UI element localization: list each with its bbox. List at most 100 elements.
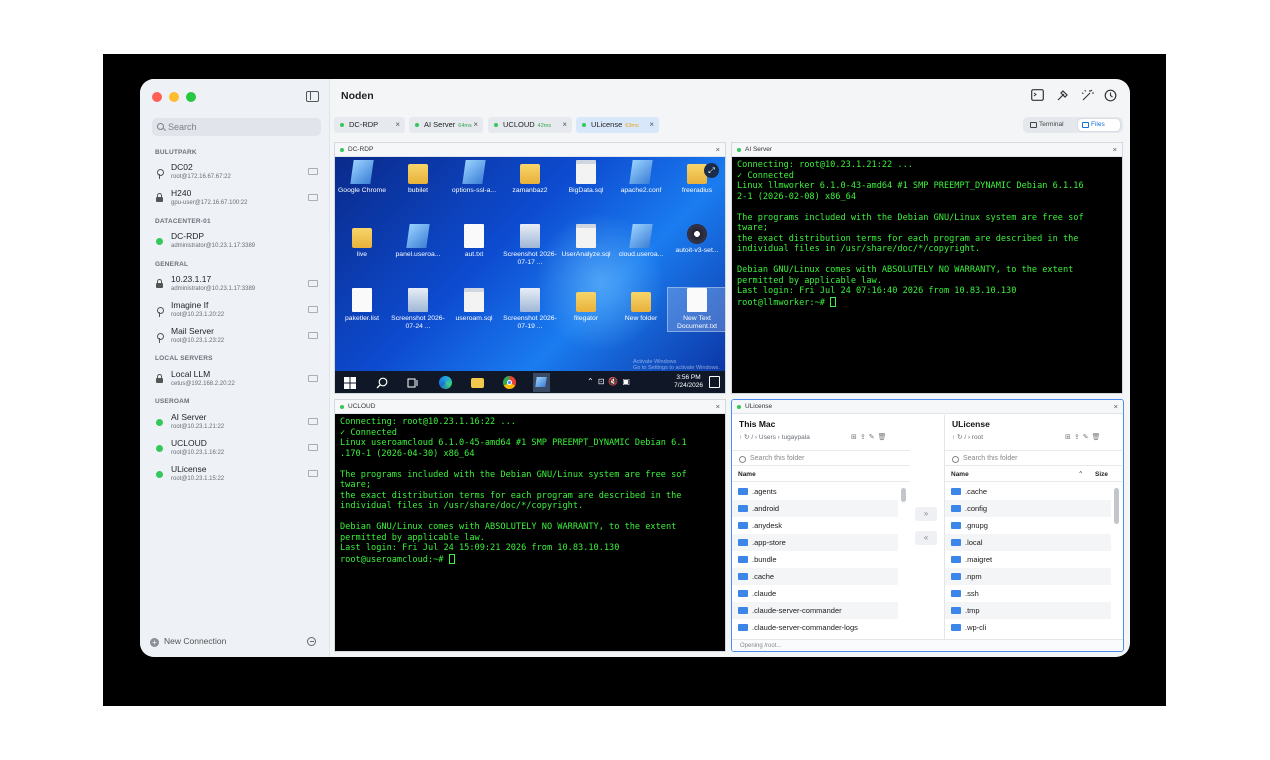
folder-icon[interactable] <box>308 375 318 382</box>
edge-browser-icon[interactable] <box>439 376 452 389</box>
folder-row[interactable]: .claude-server-commander <box>732 602 898 619</box>
close-tab-icon[interactable]: × <box>473 117 478 133</box>
desktop-icon[interactable]: aut.txt <box>445 224 503 259</box>
tab-dc-rdp[interactable]: DC-RDP × <box>334 117 405 133</box>
hammer-icon[interactable] <box>1056 89 1069 102</box>
folder-icon[interactable] <box>308 168 318 175</box>
desktop-icon[interactable]: Google Chrome <box>335 160 391 195</box>
close-pane-icon[interactable]: × <box>716 400 720 414</box>
folder-row[interactable]: .bundle <box>732 551 898 568</box>
desktop-icon[interactable]: BigData.sql <box>557 160 615 195</box>
terminal-output[interactable]: Connecting: root@10.23.1.21:22 ... ✓ Con… <box>732 157 1122 393</box>
windows-start-icon[interactable] <box>344 376 357 389</box>
folder-row[interactable]: .npm <box>945 568 1111 585</box>
sidebar-item-h240[interactable]: H240 gpu-user@172.16.67.100:22 <box>152 187 324 211</box>
folder-icon[interactable] <box>308 418 318 425</box>
sidebar-item-imagine-if[interactable]: Imagine If root@10.23.1.20:22 <box>152 299 324 323</box>
folder-icon[interactable] <box>308 470 318 477</box>
minimize-window-button[interactable] <box>169 92 179 102</box>
sidebar-item-dc02[interactable]: DC02 root@172.16.67.67:22 <box>152 161 324 185</box>
terminal-view-button[interactable]: Terminal <box>1026 119 1072 131</box>
rename-icon[interactable]: ✎ <box>1083 434 1092 441</box>
local-file-tools[interactable]: ⊞⇪✎🗑 <box>851 433 890 441</box>
folder-row[interactable]: .cache <box>732 568 898 585</box>
tab-ai-server[interactable]: AI Server 64ms × <box>409 117 483 133</box>
folder-row[interactable]: .local <box>945 534 1111 551</box>
local-path-breadcrumb[interactable]: ↑ ↻ / › Users › tugaypala <box>739 433 810 441</box>
chrome-browser-icon[interactable] <box>503 376 516 389</box>
tab-ucloud[interactable]: UCLOUD 42ms × <box>488 117 572 133</box>
sidebar-item-ucloud[interactable]: UCLOUD root@10.23.1.16:22 <box>152 437 324 461</box>
new-connection-button[interactable]: + New Connection <box>150 636 226 647</box>
desktop-icon[interactable]: cloud.useroa... <box>612 224 670 259</box>
desktop-icon[interactable]: Screenshot 2026-07-24 ... <box>389 288 447 331</box>
desktop-icon[interactable]: paketler.list <box>335 288 391 323</box>
remote-path-breadcrumb[interactable]: ↑ ↻ / › root <box>952 433 983 441</box>
sidebar-item-ai-server[interactable]: AI Server root@10.23.1.21:22 <box>152 411 324 435</box>
folder-row[interactable]: .cache <box>945 483 1111 500</box>
close-window-button[interactable] <box>152 92 162 102</box>
desktop-icon[interactable]: New Text Document.txt <box>667 287 725 332</box>
upload-icon[interactable]: ⇪ <box>1074 434 1083 441</box>
local-name-column-header[interactable]: Name <box>732 467 910 482</box>
close-pane-icon[interactable]: × <box>716 143 720 157</box>
folder-icon[interactable] <box>308 332 318 339</box>
close-tab-icon[interactable]: × <box>395 117 400 133</box>
remote-scrollbar[interactable] <box>1114 488 1119 524</box>
file-explorer-icon[interactable] <box>471 378 484 388</box>
desktop-icon[interactable]: apache2.conf <box>612 160 670 195</box>
files-view-button[interactable]: Files <box>1078 119 1120 131</box>
zoom-window-button[interactable] <box>186 92 196 102</box>
sidebar-item-10-23-1-17[interactable]: 10.23.1.17 administrator@10.23.1.17:3389 <box>152 273 324 297</box>
remote-search-input[interactable]: Search this folder <box>945 450 1122 466</box>
sidebar-search-input[interactable]: Search <box>152 118 321 136</box>
rename-icon[interactable]: ✎ <box>869 434 878 441</box>
sidebar-item-ulicense[interactable]: ULicense root@10.23.1.15:22 <box>152 463 324 487</box>
sidebar-item-mail-server[interactable]: Mail Server root@10.23.1.23:22 <box>152 325 324 349</box>
close-pane-icon[interactable]: × <box>1114 400 1118 414</box>
size-column-label[interactable]: Size <box>1095 467 1108 482</box>
fullscreen-icon[interactable]: ⤢ <box>704 163 719 178</box>
desktop-icon[interactable]: filegator <box>557 288 615 323</box>
magic-wand-icon[interactable] <box>1081 89 1094 102</box>
folder-row[interactable]: .claude <box>732 585 898 602</box>
desktop-icon[interactable]: useroam.sql <box>445 288 503 323</box>
sidebar-item-local-llm[interactable]: Local LLM cetus@192.168.2.20:22 <box>152 368 324 392</box>
folder-row[interactable]: .app-store <box>732 534 898 551</box>
trash-icon[interactable]: 🗑 <box>1092 434 1104 441</box>
remove-connection-icon[interactable] <box>307 637 316 646</box>
sort-ascending-icon[interactable]: ⌃ <box>1078 467 1083 482</box>
desktop-icon[interactable]: Screenshot 2026-07-17 ... <box>501 224 559 267</box>
sidebar-toggle-icon[interactable] <box>306 91 319 102</box>
new-folder-icon[interactable]: ⊞ <box>1065 434 1074 441</box>
remote-desktop[interactable]: Google Chrome bubilet options-ssl-a... zama… <box>335 157 725 393</box>
desktop-icon[interactable]: Screenshot 2026-07-19 ... <box>501 288 559 331</box>
system-tray-icons[interactable]: ⌃⊡🔇▣ <box>587 377 634 386</box>
folder-row[interactable]: .agents <box>732 483 898 500</box>
folder-icon[interactable] <box>308 280 318 287</box>
copy-to-local-button[interactable]: « <box>915 531 937 545</box>
desktop-icon[interactable]: live <box>335 224 391 259</box>
folder-row[interactable]: .anydesk <box>732 517 898 534</box>
active-app-icon[interactable] <box>533 373 550 392</box>
folder-row[interactable]: .config <box>945 500 1111 517</box>
folder-row[interactable]: .ssh <box>945 585 1111 602</box>
close-tab-icon[interactable]: × <box>649 117 654 133</box>
desktop-icon[interactable]: zamanbaz2 <box>501 160 559 195</box>
desktop-icon[interactable]: options-ssl-a... <box>445 160 503 195</box>
desktop-icon[interactable]: panel.userоа... <box>389 224 447 259</box>
trash-icon[interactable]: 🗑 <box>878 434 890 441</box>
sidebar-item-dc-rdp[interactable]: DC-RDP administrator@10.23.1.17:3389 <box>152 230 324 254</box>
notification-center-icon[interactable] <box>709 376 720 388</box>
copy-to-remote-button[interactable]: » <box>915 507 937 521</box>
folder-icon[interactable] <box>308 306 318 313</box>
remote-name-column-header[interactable]: Name ⌃ Size <box>945 467 1122 482</box>
folder-row[interactable]: .android <box>732 500 898 517</box>
desktop-icon[interactable]: autoit-v3-set... <box>668 224 725 255</box>
folder-row[interactable]: .tmp <box>945 602 1111 619</box>
folder-row[interactable]: .wp-cli <box>945 619 1111 636</box>
taskbar-search-icon[interactable] <box>376 376 389 389</box>
local-scrollbar[interactable] <box>901 488 906 502</box>
terminal-window-icon[interactable] <box>1031 89 1044 102</box>
terminal-output[interactable]: Connecting: root@10.23.1.16:22 ... ✓ Con… <box>335 414 725 651</box>
